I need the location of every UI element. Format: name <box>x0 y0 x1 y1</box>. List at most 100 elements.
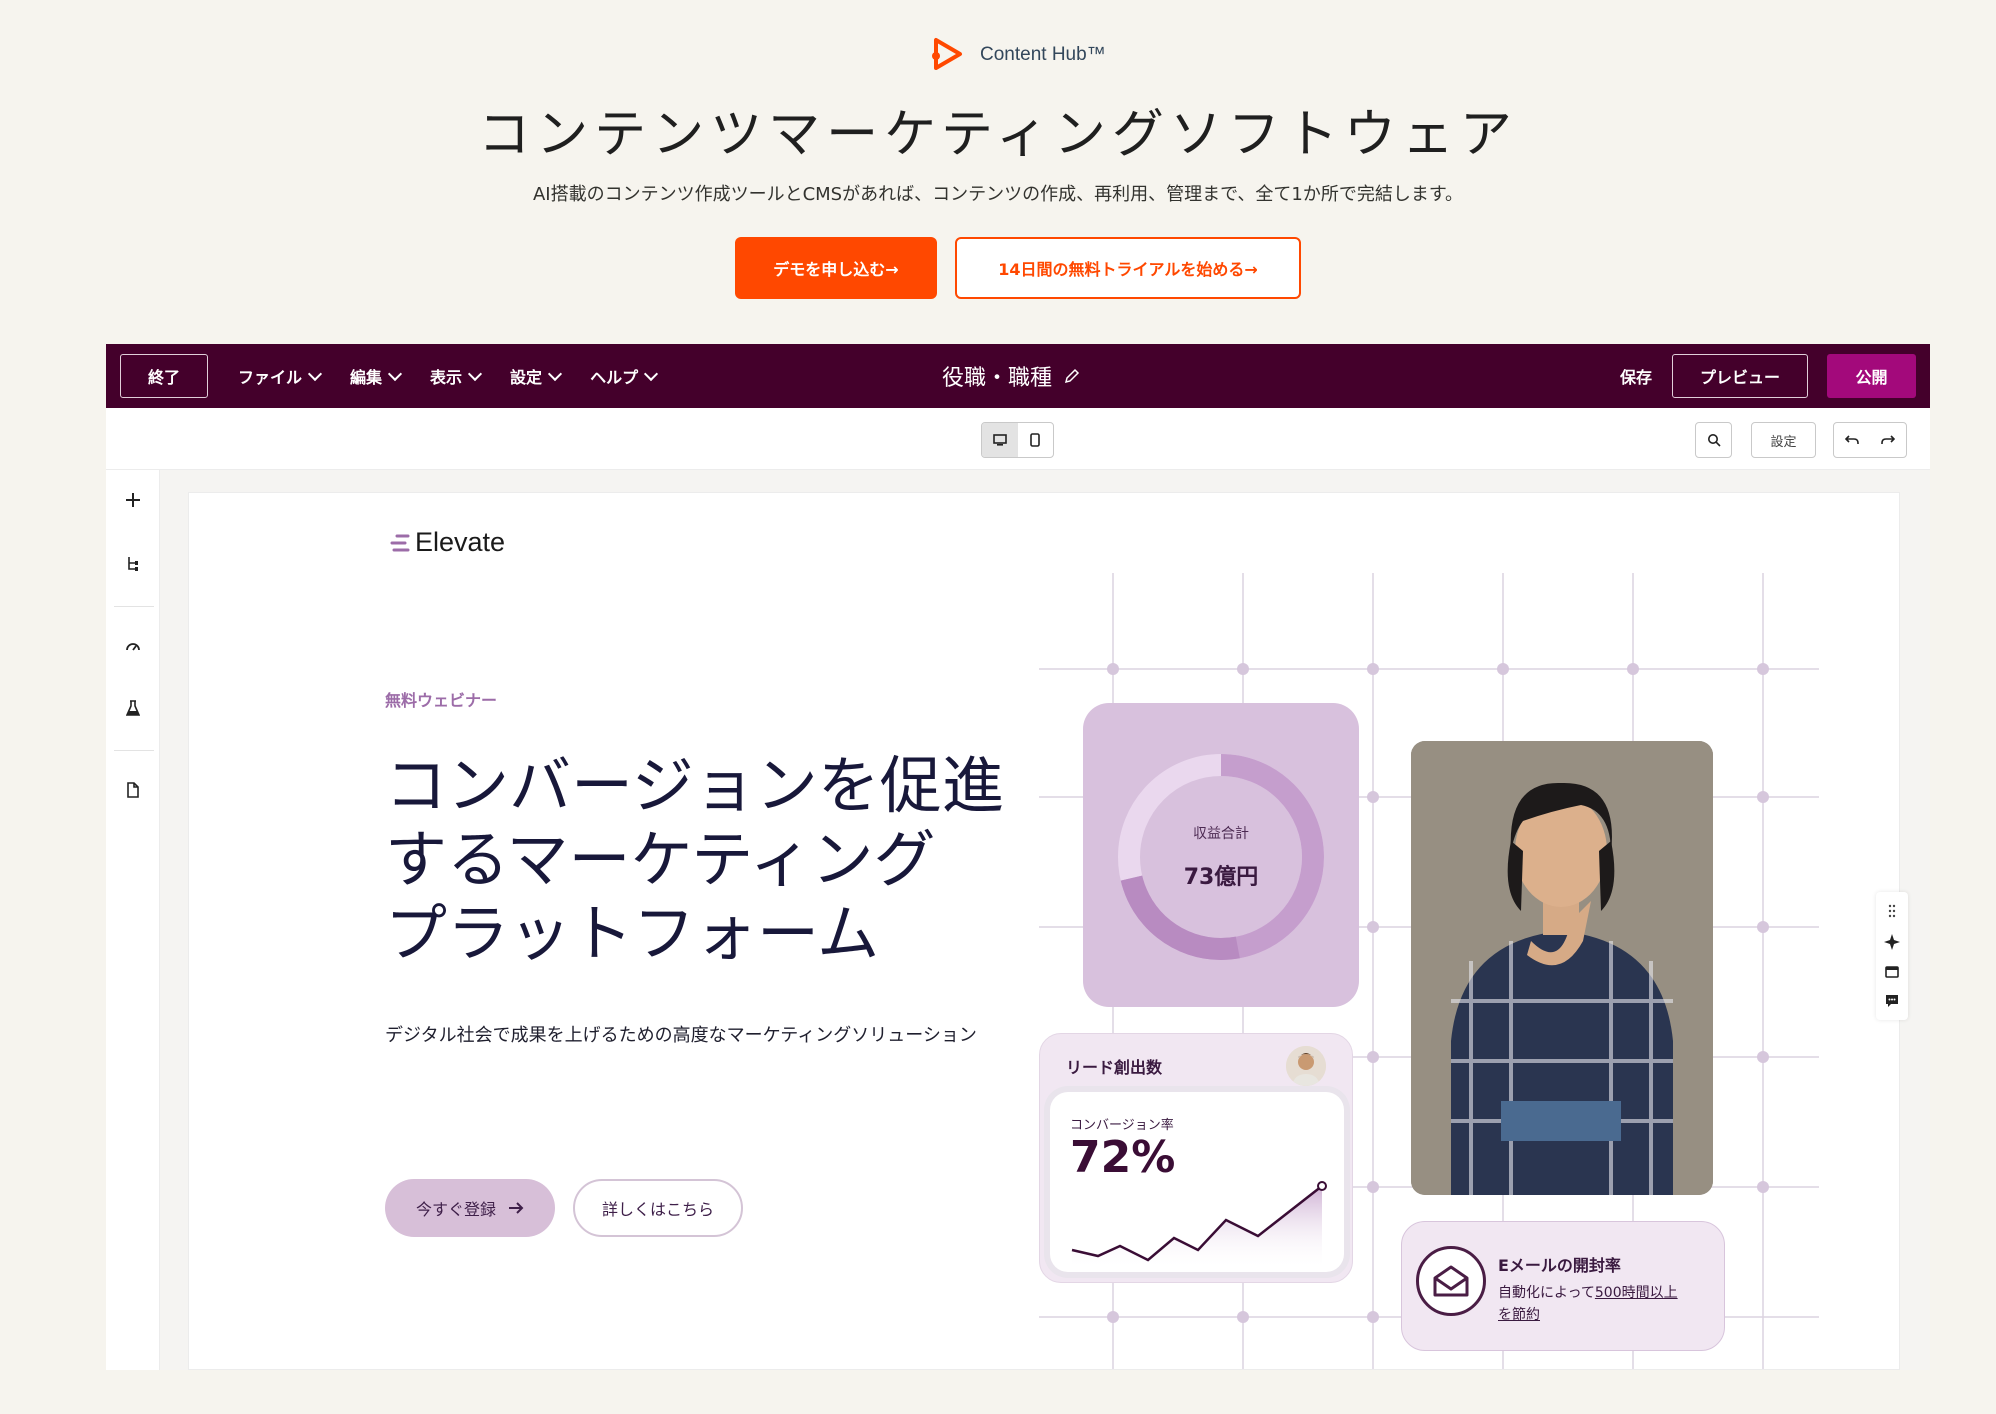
request-demo-button[interactable]: デモを申し込む→ <box>735 237 937 299</box>
menu-view[interactable]: 表示 <box>430 364 483 388</box>
hero-section: Content Hub™ コンテンツマーケティングソフトウェア AI搭載のコンテ… <box>0 0 1996 330</box>
chevron-down-icon <box>307 366 323 381</box>
search-icon <box>1707 434 1721 447</box>
email-link-save[interactable]: を節約 <box>1498 1307 1540 1323</box>
menu-label: 表示 <box>430 368 463 387</box>
hero-description: デジタル社会で成果を上げるための高度なマーケティングソリューション <box>385 1025 977 1046</box>
email-card: Eメールの開封率 自動化によって500時間以上を節約 <box>1401 1221 1725 1351</box>
drag-handle-icon[interactable] <box>1888 904 1896 918</box>
menu-settings[interactable]: 設定 <box>510 364 563 388</box>
redo-button[interactable] <box>1870 423 1906 457</box>
register-button[interactable]: 今すぐ登録 <box>385 1179 555 1237</box>
save-button[interactable]: 保存 <box>1620 344 1652 408</box>
undo-icon <box>1845 435 1859 444</box>
page-title: コンテンツマーケティングソフトウェア <box>478 105 1518 165</box>
plus-icon <box>126 493 140 507</box>
conversion-label: コンバージョン率 <box>1070 1118 1174 1133</box>
revenue-label: 収益合計 <box>1193 826 1249 842</box>
preview-button[interactable]: プレビュー <box>1672 354 1808 398</box>
elevate-logo-icon <box>390 534 410 551</box>
settings-button[interactable]: 設定 <box>1751 422 1816 458</box>
add-module-button[interactable] <box>106 480 160 520</box>
document-icon <box>127 782 139 798</box>
redo-icon <box>1881 435 1895 444</box>
person-image <box>1411 741 1713 1195</box>
page-settings-button[interactable] <box>106 770 160 810</box>
menu-label: ヘルプ <box>590 368 639 387</box>
chevron-down-icon <box>467 366 483 381</box>
start-trial-button[interactable]: 14日間の無料トライアルを始める→ <box>955 237 1301 299</box>
test-button[interactable] <box>106 688 160 728</box>
divider <box>114 750 154 751</box>
history-controls <box>1833 422 1907 458</box>
editor-window: 終了 ファイル 編集 表示 設定 ヘルプ 役職・職種 保存 プレビュー 公開 設… <box>106 344 1930 1370</box>
arrow-right-icon <box>509 1202 524 1214</box>
conversion-panel: コンバージョン率 72% <box>1050 1092 1344 1272</box>
lead-card: リード創出数 コンバージョン率 72% <box>1039 1033 1353 1283</box>
layers-button[interactable] <box>106 544 160 584</box>
conversion-line-chart <box>1071 1181 1327 1270</box>
page-name-label: 役職・職種 <box>942 366 1053 391</box>
revenue-card: 収益合計 73億円 <box>1083 703 1359 1007</box>
email-card-text: 自動化によって500時間以上を節約 <box>1498 1282 1698 1326</box>
site-brand-name: Elevate <box>415 527 506 557</box>
editor-menu: ファイル 編集 表示 設定 ヘルプ <box>238 344 659 408</box>
email-text-prefix: 自動化によって <box>1498 1285 1595 1301</box>
register-label: 今すぐ登録 <box>415 1200 496 1219</box>
brand[interactable]: Content Hub™ <box>928 34 1106 76</box>
headline-line: するマーケティング <box>385 823 936 896</box>
desktop-icon <box>992 434 1007 446</box>
gauge-icon <box>126 643 140 651</box>
email-link-hours[interactable]: 500時間以上 <box>1595 1285 1678 1301</box>
envelope-open-icon <box>1433 1265 1469 1297</box>
site-logo[interactable]: Elevate <box>389 527 505 558</box>
chevron-down-icon <box>547 366 563 381</box>
brand-name: Content Hub™ <box>980 44 1106 65</box>
flask-icon <box>126 700 140 716</box>
device-toggle <box>981 422 1054 458</box>
right-floating-toolbar <box>1876 892 1908 1020</box>
chevron-down-icon <box>644 366 659 381</box>
chevron-down-icon <box>387 366 403 381</box>
email-card-title: Eメールの開封率 <box>1498 1256 1621 1275</box>
menu-label: 設定 <box>510 368 543 387</box>
content-hub-logo-icon <box>932 38 962 70</box>
ai-sparkle-icon[interactable] <box>1884 934 1900 950</box>
undo-button[interactable] <box>1834 423 1870 457</box>
layout-icon[interactable] <box>1885 966 1899 978</box>
lead-title: リード創出数 <box>1066 1058 1163 1077</box>
menu-file[interactable]: ファイル <box>238 364 323 388</box>
revenue-donut-chart <box>1118 754 1324 960</box>
avatar <box>1286 1046 1326 1086</box>
exit-button[interactable]: 終了 <box>120 354 208 398</box>
optimize-button[interactable] <box>106 626 160 666</box>
publish-button[interactable]: 公開 <box>1827 354 1916 398</box>
learn-more-button[interactable]: 詳しくはこちら <box>573 1179 743 1237</box>
revenue-value: 73億円 <box>1183 865 1259 890</box>
page-canvas: Elevate 無料ウェビナー コンバージョンを促進 するマーケティング プラッ… <box>188 492 1900 1370</box>
search-button[interactable] <box>1695 422 1732 458</box>
page-subtitle: AI搭載のコンテンツ作成ツールとCMSがあれば、コンテンツの作成、再利用、管理ま… <box>532 184 1464 205</box>
person-photo <box>1411 741 1713 1195</box>
comment-icon[interactable] <box>1885 994 1899 1008</box>
divider <box>114 606 154 607</box>
editor-topbar: 終了 ファイル 編集 表示 設定 ヘルプ 役職・職種 保存 プレビュー 公開 <box>106 344 1930 408</box>
eyebrow-label: 無料ウェビナー <box>385 691 498 710</box>
editor-subbar: 設定 <box>106 408 1930 470</box>
desktop-view-button[interactable] <box>982 423 1018 457</box>
left-toolbar <box>106 470 160 1370</box>
headline-line: プラットフォーム <box>385 897 880 970</box>
menu-label: 編集 <box>350 368 383 387</box>
headline-line: コンバージョンを促進 <box>385 749 1004 822</box>
menu-label: ファイル <box>238 368 303 387</box>
mobile-view-button[interactable] <box>1018 423 1054 457</box>
email-icon-wrap <box>1416 1246 1486 1316</box>
menu-help[interactable]: ヘルプ <box>590 364 659 388</box>
person-avatar-icon <box>1286 1046 1326 1086</box>
hero-headline: コンバージョンを促進 するマーケティング プラットフォーム <box>385 749 1025 971</box>
menu-edit[interactable]: 編集 <box>350 364 403 388</box>
page-name[interactable]: 役職・職種 <box>942 344 1080 408</box>
tree-icon <box>128 557 138 571</box>
mobile-icon <box>1030 433 1041 447</box>
pencil-icon <box>1064 368 1080 384</box>
